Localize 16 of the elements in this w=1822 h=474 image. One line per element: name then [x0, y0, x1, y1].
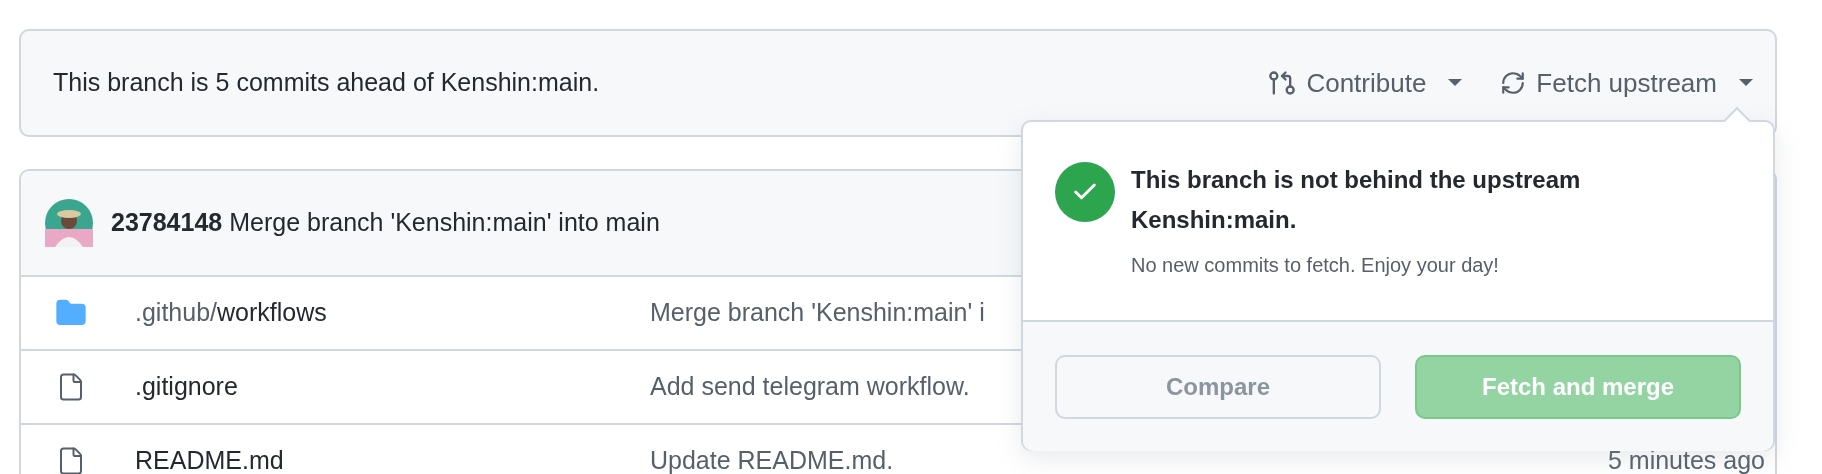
caret-icon	[1739, 79, 1753, 87]
popover-description: No new commits to fetch. Enjoy your day!	[1131, 253, 1500, 278]
branch-status-text: This branch is 5 commits ahead of Kenshin:main.	[53, 67, 601, 99]
file-link[interactable]: README.md	[135, 442, 650, 474]
sync-icon	[1500, 70, 1527, 96]
pull-request-icon	[1268, 69, 1297, 97]
commit-message[interactable]: 23784148 Merge branch 'Kenshin:main' into main	[111, 204, 660, 242]
file-link[interactable]: .gitignore	[135, 368, 650, 406]
commit-time: 5 minutes ago	[1607, 445, 1766, 474]
folder-link[interactable]: .github/workflows	[135, 294, 650, 332]
success-icon	[1055, 162, 1115, 222]
popover-title: This branch is not behind the upstream Kenshin:main.	[1131, 165, 1582, 235]
fetch-upstream-button[interactable]: Fetch upstream	[1500, 63, 1753, 103]
caret-icon	[1448, 79, 1463, 87]
contribute-button[interactable]: Contribute	[1268, 63, 1463, 103]
avatar	[45, 199, 93, 247]
